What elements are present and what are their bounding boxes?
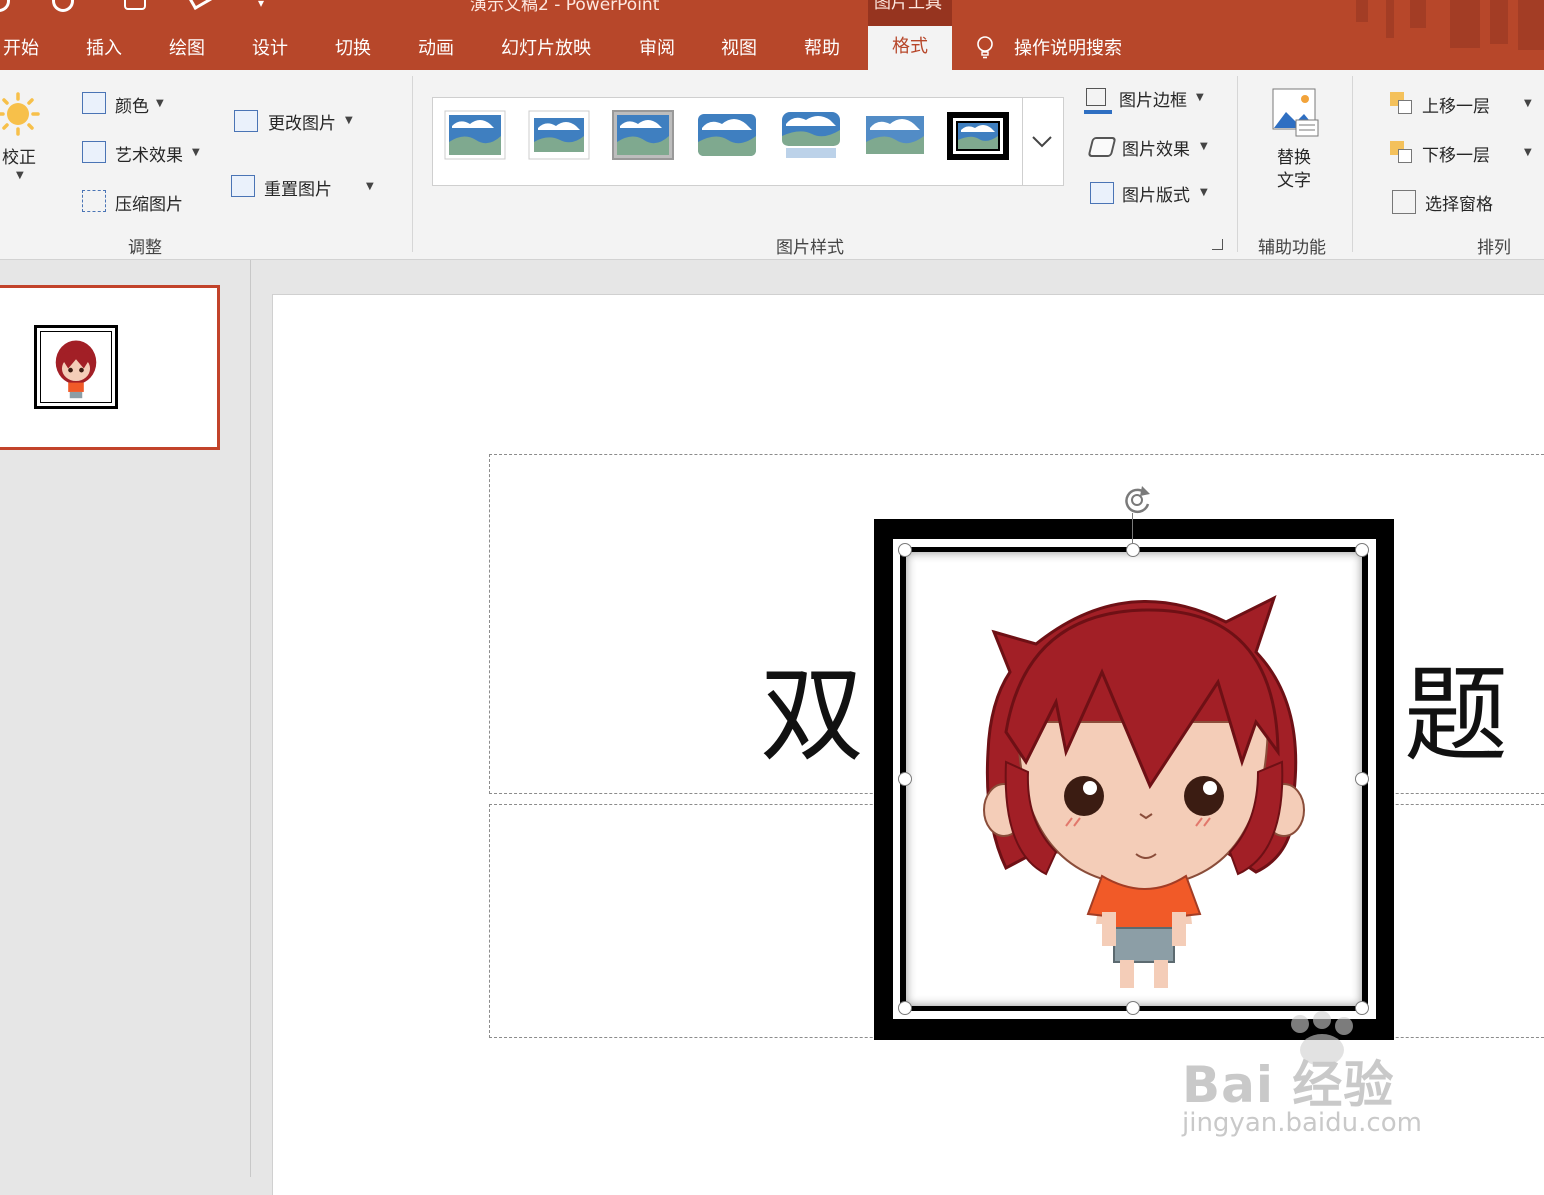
tab-transitions[interactable]: 切换: [335, 34, 371, 60]
bring-forward-button[interactable]: 上移一层: [1422, 92, 1490, 117]
watermark-brand: Bai 经验: [1182, 1056, 1395, 1114]
reset-picture-icon[interactable]: [231, 175, 255, 197]
slide-title-left[interactable]: 双: [760, 658, 864, 773]
rotate-handle-icon[interactable]: [1118, 484, 1156, 516]
tab-help[interactable]: 帮助: [804, 34, 840, 60]
slide-title-right[interactable]: 题: [1404, 658, 1508, 773]
compress-icon[interactable]: [82, 190, 106, 212]
correct-button[interactable]: 校正: [2, 143, 36, 168]
style-soft-edge-oval[interactable]: [864, 110, 926, 160]
resize-handle-left[interactable]: [898, 772, 912, 786]
alt-text-button[interactable]: 替换: [1277, 143, 1311, 168]
rotate-connector: [1132, 513, 1133, 543]
decor-bar: [1386, 0, 1394, 38]
tab-insert[interactable]: 插入: [86, 34, 122, 60]
picture-layout-icon[interactable]: [1090, 182, 1114, 204]
chevron-down-icon[interactable]: ▼: [1200, 187, 1208, 198]
chevron-down-icon[interactable]: ▼: [1524, 98, 1532, 109]
chevron-down-icon[interactable]: ▼: [1196, 92, 1204, 103]
document-title: 演示文稿2 - PowerPoint: [470, 0, 660, 15]
change-picture-button[interactable]: 更改图片: [268, 109, 336, 134]
group-divider: [412, 76, 413, 252]
tab-draw[interactable]: 绘图: [169, 34, 205, 60]
redo-icon[interactable]: [124, 0, 146, 10]
decor-bar: [1490, 0, 1508, 44]
chevron-down-icon[interactable]: ▼: [16, 170, 24, 181]
reset-picture-button[interactable]: 重置图片: [264, 175, 332, 200]
chevron-down-icon[interactable]: ▼: [1524, 147, 1532, 158]
decor-bar: [1356, 0, 1368, 22]
resize-handle-bottom-left[interactable]: [898, 1001, 912, 1015]
cartoon-boy-image: [983, 595, 1305, 988]
context-group-label: 图片工具: [874, 0, 942, 13]
lightbulb-icon: [977, 36, 993, 59]
selected-picture[interactable]: [906, 552, 1362, 1006]
group-divider: [1352, 76, 1353, 252]
style-soft-edge[interactable]: [528, 110, 590, 160]
picture-effects-button[interactable]: 图片效果: [1122, 135, 1190, 160]
style-simple-frame-white[interactable]: [444, 110, 506, 160]
watermark-url: jingyan.baidu.com: [1182, 1108, 1422, 1138]
group-label-arrange: 排列: [1477, 238, 1511, 258]
alt-text-icon[interactable]: [1272, 88, 1320, 138]
artistic-effects-icon[interactable]: [82, 141, 106, 163]
group-label-accessibility: 辅助功能: [1258, 238, 1326, 258]
search-tell-me[interactable]: 操作说明搜索: [1014, 34, 1122, 60]
chevron-down-icon[interactable]: ▼: [1200, 141, 1208, 152]
picture-layout-button[interactable]: 图片版式: [1122, 181, 1190, 206]
tab-review[interactable]: 审阅: [639, 34, 675, 60]
chevron-down-icon[interactable]: ▼: [156, 98, 164, 109]
decor-bar: [1518, 0, 1544, 50]
resize-handle-top-right[interactable]: [1355, 543, 1369, 557]
cartoon-boy-image: [55, 340, 97, 399]
style-reflected[interactable]: [780, 110, 842, 160]
decor-bar: [1450, 0, 1480, 48]
alt-text-button-line2[interactable]: 文字: [1277, 166, 1311, 191]
title-bar: [0, 0, 1544, 70]
picture-border-button[interactable]: 图片边框: [1119, 86, 1187, 111]
bring-forward-icon[interactable]: [1390, 92, 1414, 114]
thumbnail-picture: [34, 325, 118, 409]
chevron-down-icon[interactable]: [1030, 134, 1054, 150]
style-drop-shadow-rectangle[interactable]: [612, 110, 674, 160]
color-icon[interactable]: [82, 92, 106, 114]
artistic-effects-button[interactable]: 艺术效果: [115, 141, 183, 166]
chevron-down-icon[interactable]: ▼: [366, 181, 374, 192]
group-divider: [1237, 76, 1238, 252]
tab-format[interactable]: 格式: [868, 26, 952, 70]
style-rounded-diagonal[interactable]: [696, 110, 758, 160]
tab-view[interactable]: 视图: [721, 34, 757, 60]
customize-toolbar-icon[interactable]: ▾: [258, 0, 264, 10]
change-picture-icon[interactable]: [234, 110, 258, 132]
chevron-down-icon[interactable]: ▼: [345, 115, 353, 126]
resize-handle-bottom[interactable]: [1126, 1001, 1140, 1015]
chevron-down-icon[interactable]: ▼: [192, 147, 200, 158]
selection-pane-icon[interactable]: [1392, 190, 1416, 214]
tab-design[interactable]: 设计: [252, 34, 288, 60]
resize-handle-top-left[interactable]: [898, 543, 912, 557]
compress-pictures-button[interactable]: 压缩图片: [115, 190, 183, 215]
decor-bar: [1410, 0, 1426, 28]
send-backward-button[interactable]: 下移一层: [1422, 141, 1490, 166]
group-label-picture-styles: 图片样式: [776, 238, 844, 258]
tab-animations[interactable]: 动画: [418, 34, 454, 60]
tab-home[interactable]: 开始: [3, 34, 39, 60]
selection-pane-button[interactable]: 选择窗格: [1425, 190, 1493, 215]
sun-icon[interactable]: [0, 92, 42, 138]
dialog-launcher-icon[interactable]: [1212, 239, 1223, 250]
color-button[interactable]: 颜色: [115, 92, 149, 117]
resize-handle-right[interactable]: [1355, 772, 1369, 786]
resize-handle-top[interactable]: [1126, 543, 1140, 557]
group-label-adjust: 调整: [128, 238, 162, 258]
send-backward-icon[interactable]: [1390, 141, 1414, 163]
style-thick-black-frame[interactable]: [947, 112, 1009, 162]
tab-slideshow[interactable]: 幻灯片放映: [501, 34, 591, 60]
picture-border-icon[interactable]: [1084, 86, 1112, 114]
